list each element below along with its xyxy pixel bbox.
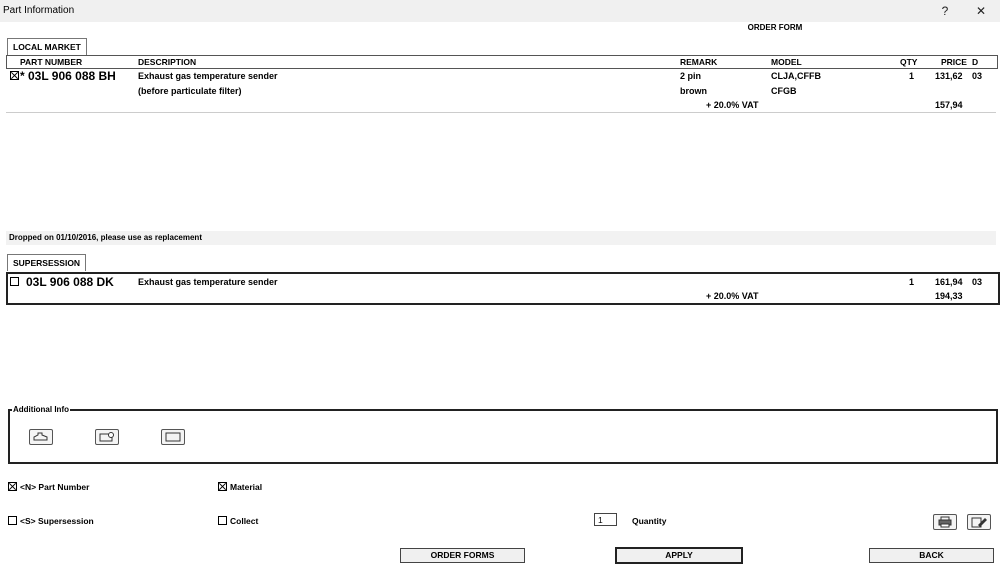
supersession-checkbox[interactable] [8,516,17,525]
collect-checkbox[interactable] [218,516,227,525]
back-button[interactable]: BACK [869,548,994,563]
part-number-checkbox[interactable] [8,482,17,491]
quantity-label: Quantity [632,516,667,526]
local-d: 03 [972,71,983,81]
supersession-vat-label: + 20.0% VAT [706,291,759,301]
camera-icon[interactable] [95,429,119,445]
supersession-price: 161,94 [935,277,963,287]
local-part-number: * 03L 906 088 BH [20,69,116,83]
part-number-label: <N> Part Number [20,482,90,492]
col-description: DESCRIPTION [138,57,197,67]
title-bar [0,0,1000,22]
local-price: 131,62 [935,71,963,81]
supersession-qty: 1 [909,277,915,287]
material-checkbox[interactable] [218,482,227,491]
edit-icon[interactable] [967,514,991,530]
col-qty: QTY [900,57,918,67]
order-form-title: ORDER FORM [747,23,803,32]
close-button[interactable]: ✕ [970,3,992,19]
window-title: Part Information [3,5,75,16]
material-label: Material [230,482,263,492]
dropped-note: Dropped on 01/10/2016, please use as rep… [9,233,202,242]
order-forms-button[interactable]: ORDER FORMS [400,548,525,563]
local-model-1: CLJA,CFFB [771,71,821,81]
local-description-2: (before particulate filter) [138,86,242,96]
engine-icon[interactable] [29,429,53,445]
local-remark-2: brown [680,86,707,96]
supersession-description: Exhaust gas temperature sender [138,277,278,287]
quantity-input[interactable]: 1 [594,513,617,526]
col-part-number: PART NUMBER [20,57,83,67]
local-model-2: CFGB [771,86,797,96]
col-price: PRICE [941,57,967,67]
apply-button[interactable]: APPLY [615,547,743,564]
col-remark: REMARK [680,57,718,67]
local-remark-1: 2 pin [680,71,702,81]
supersession-option-label: <S> Supersession [20,516,94,526]
local-qty: 1 [909,71,915,81]
tab-local-market[interactable]: LOCAL MARKET [7,38,87,55]
additional-info-group [8,409,998,464]
local-part-checkbox[interactable] [10,71,19,80]
supersession-d: 03 [972,277,983,287]
collect-label: Collect [230,516,259,526]
local-price-vat: 157,94 [935,100,963,110]
tab-supersession[interactable]: SUPERSESSION [7,254,87,271]
book-icon[interactable] [161,429,185,445]
help-button[interactable]: ? [934,3,956,19]
supersession-part-checkbox[interactable] [10,277,19,286]
local-description-1: Exhaust gas temperature sender [138,71,278,81]
col-model: MODEL [771,57,802,67]
col-d: D [972,57,979,67]
print-icon[interactable] [933,514,957,530]
local-vat-label: + 20.0% VAT [706,100,759,110]
supersession-part-number: 03L 906 088 DK [26,275,114,289]
additional-info-title: Additional Info [12,405,70,414]
supersession-price-vat: 194,33 [935,291,963,301]
